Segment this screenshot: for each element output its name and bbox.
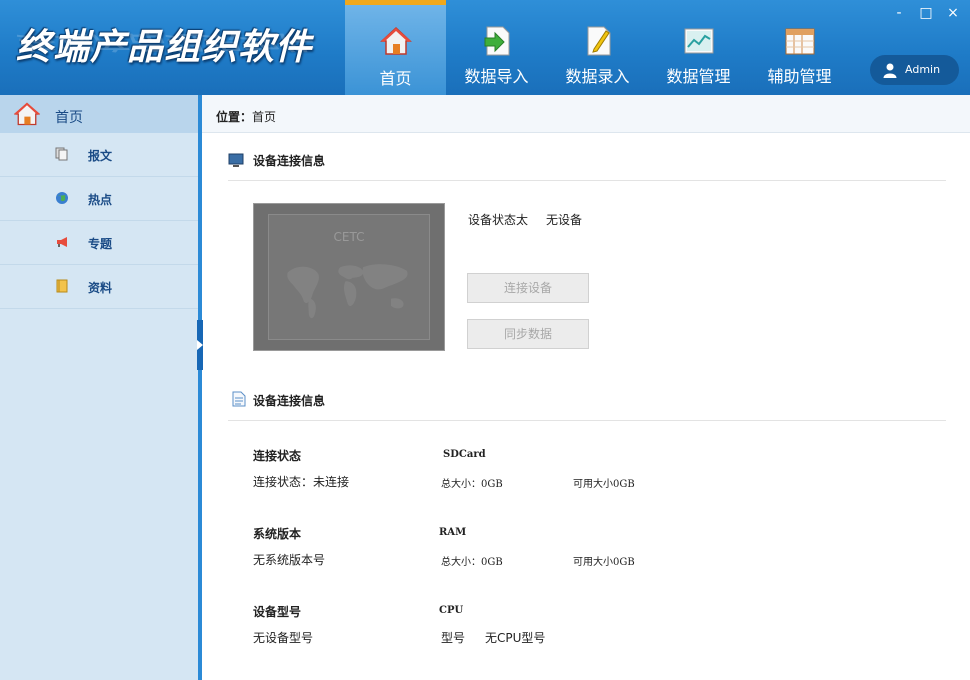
sidebar-item-label: 报文	[88, 149, 113, 163]
device-model-heading: 设备型号	[253, 605, 302, 619]
section-title-info: 设备连接信息	[253, 394, 326, 408]
sdcard-heading: SDCard	[443, 449, 486, 460]
sync-data-button[interactable]: 同步数据	[467, 319, 589, 349]
nav-tab-import[interactable]: 数据导入	[446, 0, 547, 95]
system-version-text: 无系统版本号	[253, 553, 326, 567]
edit-icon	[587, 26, 611, 56]
user-name: Admin	[905, 63, 941, 76]
document-icon	[55, 147, 68, 161]
sidebar-item-label: 资料	[88, 281, 113, 295]
chevron-right-icon	[197, 340, 203, 350]
minimize-button[interactable]: -	[892, 6, 906, 20]
document-icon	[232, 391, 246, 407]
sidebar-head-home[interactable]: 首页	[0, 95, 198, 133]
ram-heading: RAM	[439, 527, 467, 538]
device-image: CETC	[253, 203, 445, 351]
device-status-value: 无设备	[546, 213, 583, 227]
cpu-heading: CPU	[439, 605, 464, 616]
cpu-model-label: 型号	[441, 631, 466, 645]
app-logo-reflection: 终端产品组织软件	[16, 30, 313, 54]
world-map-image	[287, 264, 408, 319]
nav-tab-aux[interactable]: 辅助管理	[749, 0, 850, 95]
breadcrumb-key: 位置：	[216, 110, 253, 124]
system-version-heading: 系统版本	[253, 527, 302, 541]
main-nav: 首页 数据导入 数据录入 数据管理 辅助管理	[345, 0, 850, 95]
sidebar-item-label: 专题	[88, 237, 113, 251]
sidebar-item-materials[interactable]: 资料	[0, 265, 198, 309]
megaphone-icon	[57, 237, 67, 247]
device-model-text: 无设备型号	[253, 631, 314, 645]
breadcrumb: 位置：首页	[202, 95, 970, 133]
close-button[interactable]: ×	[946, 6, 960, 20]
table-icon	[785, 28, 815, 55]
sdcard-available: 可用大小0GB	[573, 479, 635, 490]
device-screen: CETC	[268, 214, 430, 340]
nav-tab-manage[interactable]: 数据管理	[648, 0, 749, 95]
section-divider	[228, 420, 946, 421]
breadcrumb-text: 位置：首页	[216, 108, 276, 125]
nav-tab-entry[interactable]: 数据录入	[547, 0, 648, 95]
nav-tab-entry-label: 数据录入	[565, 67, 630, 86]
nav-tab-aux-label: 辅助管理	[767, 67, 832, 86]
user-icon	[883, 63, 897, 78]
nav-tab-home[interactable]: 首页	[345, 0, 446, 95]
sidebar: 首页 报文 热点 专题 资料	[0, 95, 198, 680]
import-icon	[484, 26, 510, 56]
section-title-device: 设备连接信息	[253, 154, 326, 168]
ram-total: 总大小：0GB	[441, 557, 503, 568]
breadcrumb-current[interactable]: 首页	[252, 110, 276, 124]
nav-tab-home-label: 首页	[379, 69, 412, 88]
monitor-icon	[228, 153, 244, 167]
sdcard-total: 总大小：0GB	[441, 479, 503, 490]
section-divider	[228, 180, 946, 181]
nav-tab-import-label: 数据导入	[464, 67, 529, 86]
device-brand: CETC	[333, 230, 365, 244]
home-icon	[13, 102, 41, 126]
maximize-button[interactable]: □	[919, 6, 933, 20]
sidebar-splitter[interactable]	[198, 95, 202, 680]
nav-tab-manage-label: 数据管理	[666, 67, 731, 86]
sidebar-head-label: 首页	[55, 110, 83, 126]
connection-status-heading: 连接状态	[253, 449, 302, 463]
chart-icon	[684, 28, 714, 54]
sidebar-item-hotspots[interactable]: 热点	[0, 177, 198, 221]
app-header: 终端产品组织软件 终端产品组织软件 首页 数据导入 数据录入 数据管理 辅助管理…	[0, 0, 970, 95]
ram-available: 可用大小0GB	[573, 557, 635, 568]
sidebar-item-messages[interactable]: 报文	[0, 133, 198, 177]
window-controls: - □ ×	[892, 6, 960, 20]
folder-icon	[56, 279, 68, 293]
device-status-label: 设备状态太	[468, 213, 529, 227]
globe-icon	[56, 192, 68, 204]
connection-status-text: 连接状态：未连接	[253, 475, 350, 489]
user-menu-button[interactable]: Admin	[870, 55, 959, 85]
sidebar-item-topics[interactable]: 专题	[0, 221, 198, 265]
home-icon	[380, 26, 412, 55]
connect-device-button[interactable]: 连接设备	[467, 273, 589, 303]
cpu-model-value: 无CPU型号	[485, 631, 546, 645]
sidebar-item-label: 热点	[88, 193, 113, 207]
sidebar-collapse-handle[interactable]	[197, 320, 203, 370]
